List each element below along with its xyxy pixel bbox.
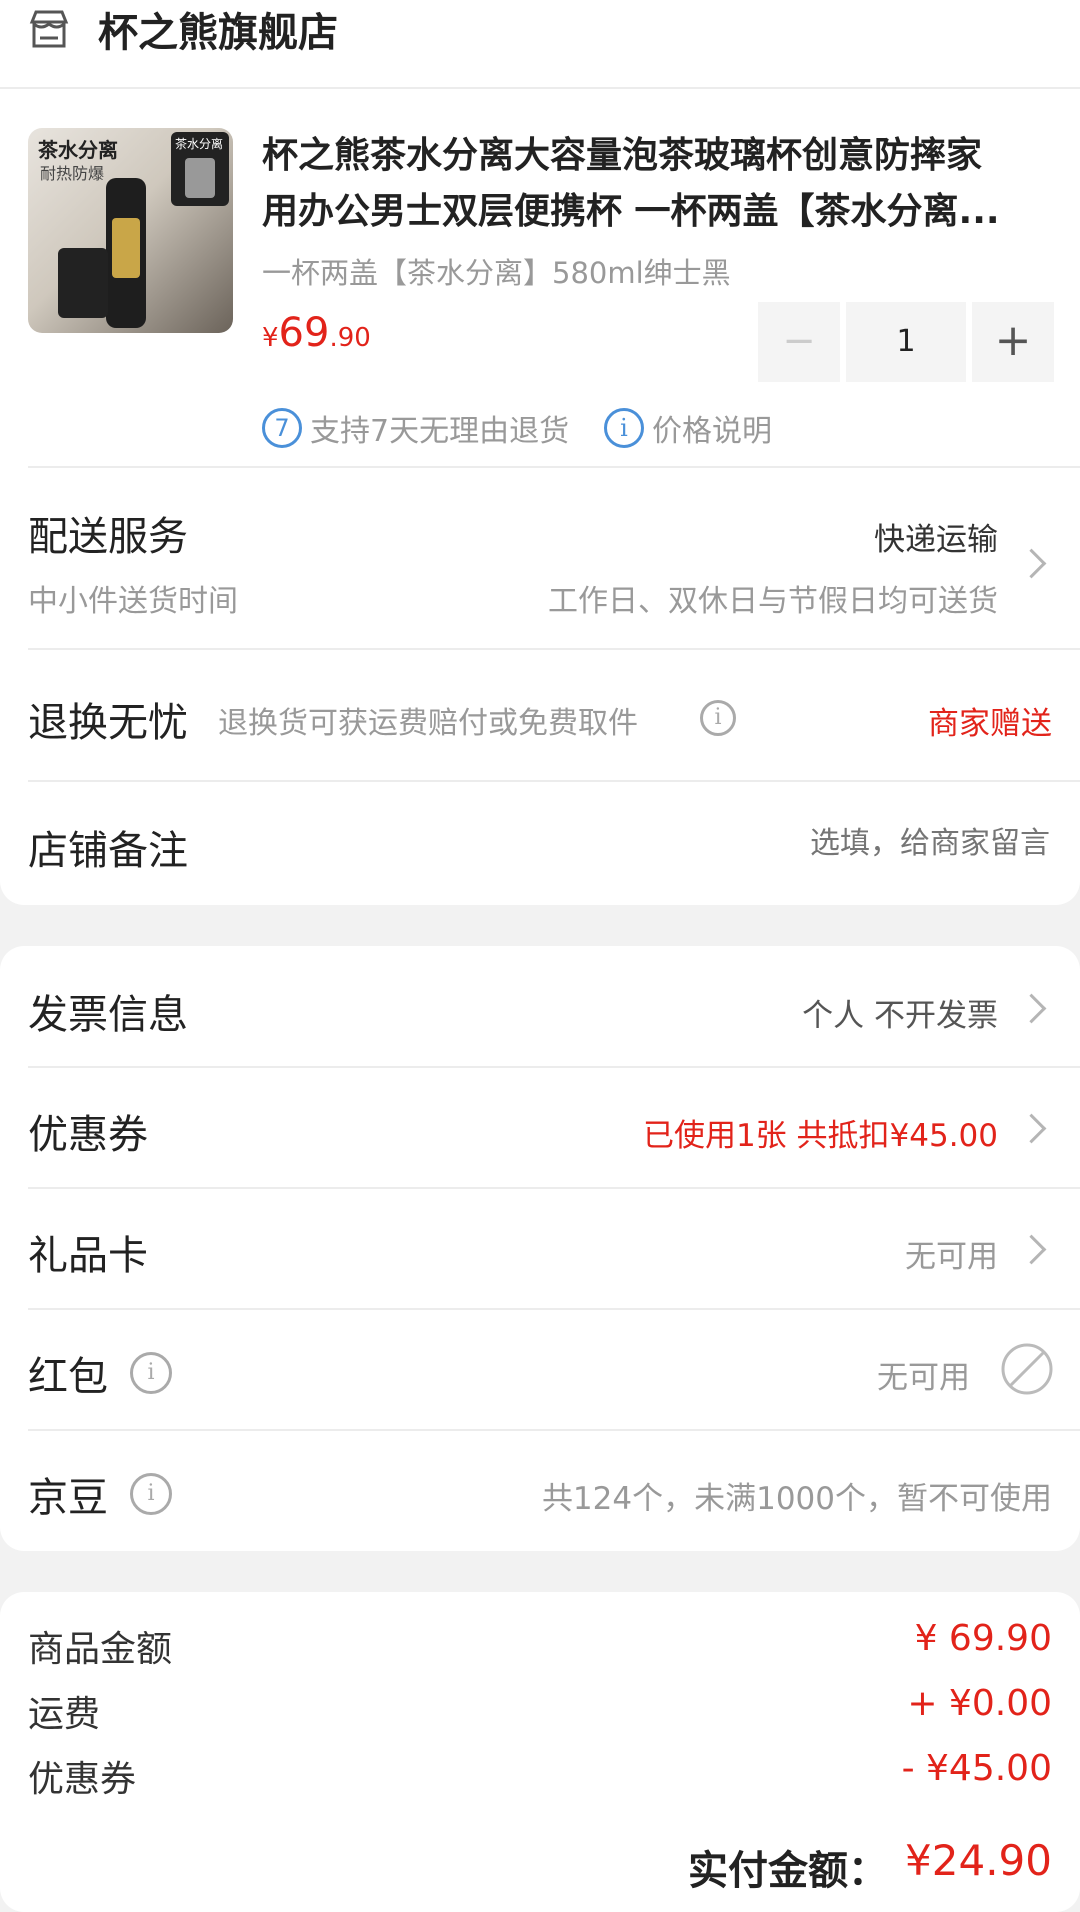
summary-value-shipping: + ¥0.00: [907, 1683, 1052, 1724]
coupon-value: 已使用1张 共抵扣¥45.00: [642, 1118, 998, 1154]
cup-shape: [58, 248, 108, 318]
disabled-icon: [1001, 1343, 1053, 1395]
jingdou-row: 京豆 i 共124个，未满1000个，暂不可使用: [0, 1431, 1080, 1549]
return-worry-desc: 退换货可获运费赔付或免费取件: [218, 706, 638, 741]
coupon-label: 优惠券: [28, 1112, 148, 1158]
return-worry-row[interactable]: 退换无忧 退换货可获运费赔付或免费取件 i 商家赠送: [0, 650, 1080, 780]
product-price: ¥69.90: [262, 310, 371, 356]
payment-options-card: 发票信息 个人 不开发票 优惠券 已使用1张 共抵扣¥45.00 礼品卡 无可用…: [0, 946, 1080, 1551]
summary-value-coupon: - ¥45.00: [901, 1748, 1052, 1789]
gift-card-label: 礼品卡: [28, 1233, 148, 1279]
return-worry-value: 商家赠送: [928, 706, 1052, 742]
gift-card-value: 无可用: [905, 1239, 998, 1275]
delivery-label: 配送服务: [28, 514, 188, 560]
product-title[interactable]: 杯之熊茶水分离大容量泡茶玻璃杯创意防摔家 用办公男士双层便携杯 一杯两盖【茶水分…: [262, 128, 1042, 240]
return-worry-label: 退换无忧: [28, 700, 188, 746]
summary-label-subtotal: 商品金额: [28, 1629, 173, 1670]
product-image-sublabel: 耐热防爆: [40, 164, 105, 183]
store-header[interactable]: 杯之熊旗舰店: [28, 0, 628, 58]
red-packet-label: 红包: [28, 1354, 108, 1400]
decrease-button[interactable]: −: [758, 302, 840, 382]
store-icon: [29, 10, 69, 48]
order-summary-card: 商品金额 ¥ 69.90 运费 + ¥0.00 优惠券 - ¥45.00 实付金…: [0, 1592, 1080, 1912]
product-variant: 一杯两盖【茶水分离】580ml绅士黑: [262, 256, 731, 290]
total-value: ¥24.90: [905, 1836, 1052, 1885]
chevron-right-icon: [1016, 1113, 1047, 1144]
info-icon[interactable]: i: [700, 700, 736, 736]
increase-button[interactable]: +: [972, 302, 1054, 382]
product-image[interactable]: 茶水分离 耐热防爆 茶水分离: [28, 128, 233, 333]
summary-label-shipping: 运费: [28, 1694, 101, 1735]
chevron-right-icon: [1016, 548, 1047, 579]
chevron-right-icon: [1016, 993, 1047, 1024]
price-info-text: 价格说明: [652, 414, 772, 449]
return-policy-text: 支持7天无理由退货: [310, 414, 570, 449]
delivery-row[interactable]: 配送服务 中小件送货时间 快递运输 工作日、双休日与节假日均可送货: [0, 468, 1080, 648]
return-badge-icon: 7: [262, 408, 302, 448]
invoice-value: 个人 不开发票: [802, 998, 998, 1034]
summary-label-coupon: 优惠券: [28, 1759, 137, 1800]
store-name: 杯之熊旗舰店: [98, 10, 338, 56]
info-icon: i: [604, 408, 644, 448]
summary-value-subtotal: ¥ 69.90: [914, 1618, 1052, 1659]
gift-card-row[interactable]: 礼品卡 无可用: [0, 1189, 1080, 1307]
total-label: 实付金额：: [688, 1848, 888, 1894]
store-remark-row: 店铺备注: [0, 782, 1080, 902]
jingdou-label: 京豆: [28, 1475, 108, 1521]
delivery-time: 工作日、双休日与节假日均可送货: [548, 584, 998, 619]
bottle-tea: [112, 218, 140, 278]
order-card: 杯之熊旗舰店 茶水分离 耐热防爆 茶水分离 杯之熊茶水分离大容量泡茶玻璃杯创意防…: [0, 0, 1080, 905]
product-image-corner-badge: 茶水分离: [171, 132, 229, 206]
info-icon[interactable]: i: [130, 1352, 172, 1394]
chevron-right-icon: [1016, 1234, 1047, 1265]
delivery-method: 快递运输: [874, 522, 998, 558]
quantity-stepper: − 1 +: [758, 302, 1054, 382]
coupon-row[interactable]: 优惠券 已使用1张 共抵扣¥45.00: [0, 1068, 1080, 1186]
jingdou-value: 共124个，未满1000个，暂不可使用: [541, 1481, 1052, 1517]
info-icon[interactable]: i: [130, 1473, 172, 1515]
quantity-input[interactable]: 1: [846, 302, 966, 382]
remark-label: 店铺备注: [28, 828, 188, 874]
remark-input[interactable]: [488, 812, 1052, 874]
product-image-label: 茶水分离: [38, 138, 118, 162]
invoice-row[interactable]: 发票信息 个人 不开发票: [0, 946, 1080, 1066]
red-packet-row: 红包 i 无可用: [0, 1310, 1080, 1428]
delivery-sublabel: 中小件送货时间: [28, 584, 238, 619]
invoice-label: 发票信息: [28, 992, 188, 1038]
divider: [0, 87, 1080, 89]
red-packet-value: 无可用: [877, 1360, 970, 1396]
